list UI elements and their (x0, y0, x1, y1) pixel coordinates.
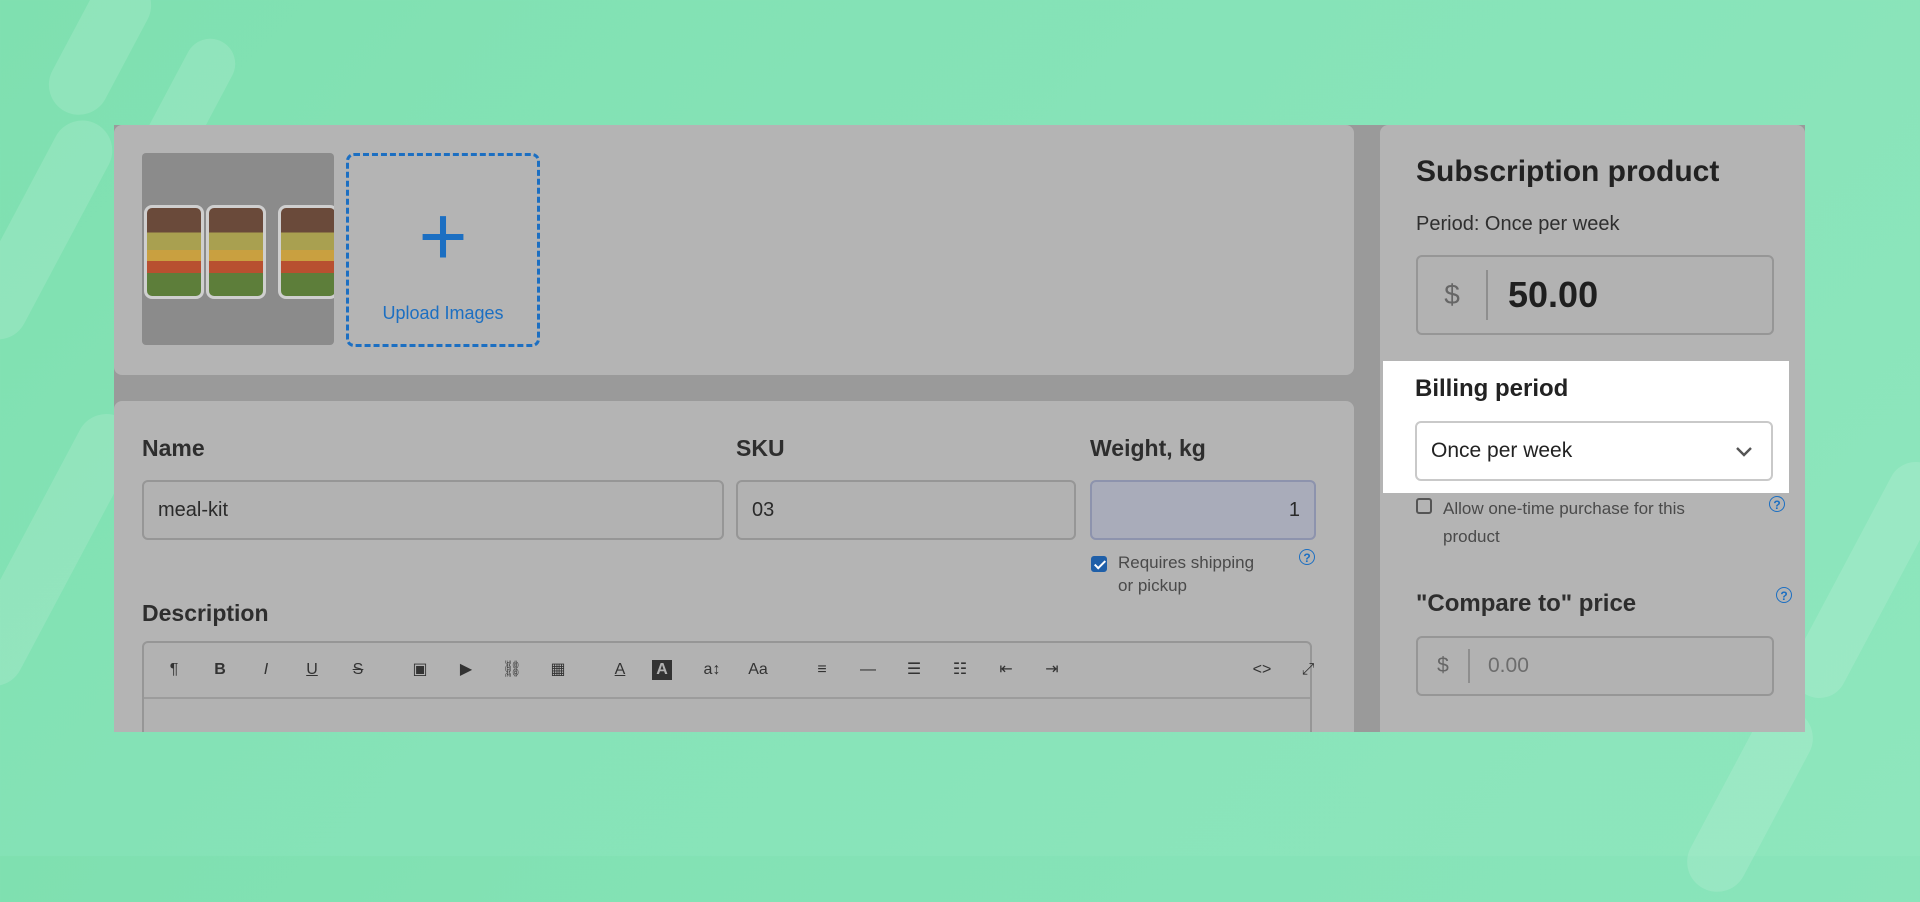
meal-container-image (144, 205, 204, 299)
media-card: + Upload Images (114, 125, 1354, 375)
currency-symbol: $ (1418, 649, 1470, 683)
compare-price-placeholder: 0.00 (1488, 654, 1529, 677)
horizontal-rule-icon[interactable]: — (854, 657, 882, 683)
bold-icon[interactable]: B (206, 657, 234, 683)
compare-price-label: "Compare to" price (1416, 590, 1637, 617)
strikethrough-icon[interactable]: S (344, 657, 372, 683)
weight-input[interactable]: 1 (1090, 480, 1316, 540)
requires-shipping-label: Requires shipping or pickup (1118, 553, 1255, 595)
description-editor[interactable]: ¶ B I U S ▣ ▶ ⛓ ▦ A Aa↕ Aa ≡ — ☰ ☷ ⇤ ⇥ <> ⤢ (142, 641, 1314, 732)
highlight-color-icon[interactable]: A (652, 660, 672, 680)
italic-icon[interactable]: I (252, 657, 280, 683)
billing-period-select[interactable]: Once per week (1415, 421, 1773, 481)
chevron-down-icon (1736, 447, 1752, 457)
subscription-title: Subscription product (1416, 155, 1720, 188)
help-icon[interactable]: ? (1776, 587, 1792, 603)
table-icon[interactable]: ▦ (544, 657, 572, 683)
one-time-purchase-label: Allow one-time purchase for this product (1443, 499, 1685, 546)
image-icon[interactable]: ▣ (406, 657, 434, 683)
outdent-icon[interactable]: ⇤ (992, 657, 1020, 683)
paragraph-icon[interactable]: ¶ (160, 657, 188, 683)
description-label: Description (142, 600, 269, 626)
link-icon[interactable]: ⛓ (498, 657, 526, 683)
help-icon[interactable]: ? (1299, 549, 1315, 565)
meal-container-image (278, 205, 334, 299)
background-stripe (38, 0, 162, 126)
compare-price-input[interactable]: $ 0.00 (1416, 636, 1774, 696)
font-size-icon[interactable]: a↕ (698, 657, 726, 683)
bullet-list-icon[interactable]: ☰ (900, 657, 928, 683)
price-input[interactable]: $ 50.00 (1416, 255, 1774, 335)
weight-label: Weight, kg (1090, 435, 1206, 461)
plus-icon: + (418, 189, 468, 283)
align-icon[interactable]: ≡ (808, 657, 836, 683)
indent-icon[interactable]: ⇥ (1038, 657, 1066, 683)
name-label: Name (142, 435, 205, 461)
one-time-purchase-checkbox[interactable] (1416, 498, 1432, 514)
font-color-icon[interactable]: A (606, 657, 634, 683)
help-icon[interactable]: ? (1769, 496, 1785, 512)
code-view-icon[interactable]: <> (1248, 657, 1276, 683)
billing-period-section: Billing period Once per week (1383, 361, 1789, 493)
sku-label: SKU (736, 435, 785, 461)
billing-period-label: Billing period (1415, 375, 1569, 402)
upload-images-label: Upload Images (382, 303, 504, 323)
price-value: 50.00 (1508, 274, 1599, 315)
billing-period-value: Once per week (1431, 439, 1573, 462)
product-details-card: Name meal-kit SKU 03 Weight, kg 1 Requir… (114, 401, 1354, 732)
product-image-thumbnail[interactable] (142, 153, 334, 345)
background-stripe (0, 109, 123, 351)
fullscreen-icon[interactable]: ⤢ (1294, 657, 1322, 683)
underline-icon[interactable]: U (298, 657, 326, 683)
meal-container-image (206, 205, 266, 299)
currency-symbol: $ (1418, 270, 1488, 320)
editor-toolbar: ¶ B I U S ▣ ▶ ⛓ ▦ A Aa↕ Aa ≡ — ☰ ☷ ⇤ ⇥ <> ⤢ (144, 643, 1314, 699)
video-icon[interactable]: ▶ (452, 657, 480, 683)
sku-input[interactable]: 03 (736, 480, 1076, 540)
upload-images-button[interactable]: + Upload Images (346, 153, 540, 347)
font-family-icon[interactable]: Aa (744, 657, 772, 683)
numbered-list-icon[interactable]: ☷ (946, 657, 974, 683)
requires-shipping-checkbox[interactable] (1091, 556, 1107, 572)
period-text: Period: Once per week (1416, 213, 1620, 235)
name-input[interactable]: meal-kit (142, 480, 724, 540)
